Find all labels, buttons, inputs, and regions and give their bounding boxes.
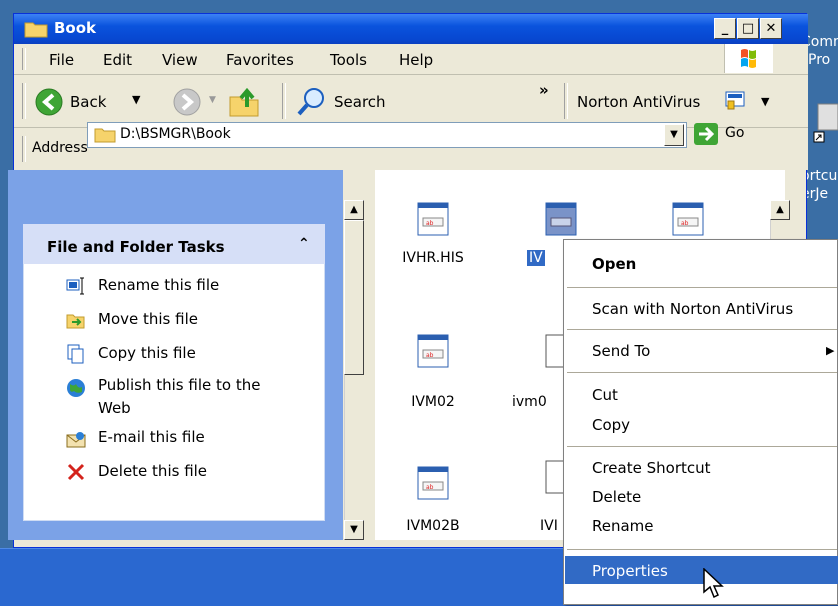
toolbar-grip xyxy=(22,83,26,119)
task-delete-link[interactable]: Delete this file xyxy=(98,462,207,480)
task-pane-scroll-thumb[interactable] xyxy=(344,220,364,375)
mouse-cursor-icon xyxy=(703,567,725,600)
context-rename[interactable]: Rename xyxy=(592,517,654,535)
file-name[interactable]: ivm0 xyxy=(512,394,547,410)
file-name[interactable]: IVHR.HIS xyxy=(383,250,483,266)
context-scan-norton[interactable]: Scan with Norton AntiVirus xyxy=(592,300,793,318)
context-send-to[interactable]: Send To xyxy=(592,342,650,360)
search-button[interactable]: Search xyxy=(294,85,409,119)
rename-icon xyxy=(66,276,86,296)
task-panel-title[interactable]: File and Folder Tasks xyxy=(47,238,225,256)
search-icon xyxy=(296,86,328,118)
file-list-scroll-up[interactable]: ▲ xyxy=(770,200,790,220)
svg-text:ab: ab xyxy=(426,352,434,359)
task-rename-link[interactable]: Rename this file xyxy=(98,276,219,294)
norton-antivirus-button[interactable]: Norton AntiVirus xyxy=(577,93,700,111)
title-bar[interactable]: Book _ □ ✕ xyxy=(14,14,808,44)
address-value: D:\BSMGR\Book xyxy=(120,126,231,142)
norton-dropdown-icon[interactable]: ▼ xyxy=(761,95,769,108)
menu-help[interactable]: Help xyxy=(399,51,433,69)
file-name[interactable]: IVM02B xyxy=(383,518,483,534)
context-separator xyxy=(567,287,837,288)
toolbar-separator xyxy=(282,83,286,119)
back-dropdown-icon[interactable]: ▼ xyxy=(132,93,140,106)
file-icon-selected[interactable] xyxy=(545,202,579,238)
move-icon xyxy=(66,310,86,330)
context-create-shortcut[interactable]: Create Shortcut xyxy=(592,459,711,477)
context-separator xyxy=(567,329,837,330)
svg-text:ab: ab xyxy=(426,484,434,491)
menu-view[interactable]: View xyxy=(162,51,198,69)
collapse-chevron-icon[interactable]: ⌃ xyxy=(298,236,310,252)
standard-toolbar: Back ▼ ▼ Search » Norton AntiVirus ▼ xyxy=(14,75,808,128)
svg-text:ab: ab xyxy=(426,220,434,227)
delete-icon xyxy=(66,462,86,482)
context-cut[interactable]: Cut xyxy=(592,386,618,404)
menu-bar: File Edit View Favorites Tools Help xyxy=(14,44,808,75)
menu-edit[interactable]: Edit xyxy=(103,51,132,69)
file-icon[interactable]: ab xyxy=(417,202,451,238)
address-label: Address xyxy=(32,140,88,156)
address-dropdown-button[interactable]: ▼ xyxy=(664,124,684,146)
back-button[interactable]: Back ▼ xyxy=(34,85,162,119)
publish-icon xyxy=(66,378,86,398)
toolbar-separator-2 xyxy=(564,83,568,119)
task-pane-scroll-up[interactable]: ▲ xyxy=(344,200,364,220)
go-label: Go xyxy=(725,125,745,141)
task-move-link[interactable]: Move this file xyxy=(98,310,198,328)
svg-text:ab: ab xyxy=(681,220,689,227)
context-separator xyxy=(567,372,837,373)
file-icon[interactable]: ab xyxy=(417,466,451,502)
minimize-button[interactable]: _ xyxy=(714,18,736,39)
back-label: Back xyxy=(70,93,107,111)
back-arrow-icon xyxy=(34,87,64,117)
menu-grip xyxy=(22,48,26,70)
go-button[interactable]: Go xyxy=(693,122,753,148)
menu-file[interactable]: File xyxy=(49,51,74,69)
desktop-shortcut-icon[interactable] xyxy=(812,100,838,148)
email-icon xyxy=(66,430,86,450)
forward-dropdown-icon[interactable]: ▼ xyxy=(209,95,216,105)
task-pane-scroll-down[interactable]: ▼ xyxy=(344,520,364,540)
forward-arrow-icon[interactable] xyxy=(172,87,202,117)
task-publish-link-line2[interactable]: Web xyxy=(98,399,131,417)
file-icon[interactable]: ab xyxy=(417,334,451,370)
address-grip xyxy=(22,136,26,162)
menu-tools[interactable]: Tools xyxy=(330,51,367,69)
submenu-arrow-icon: ▶ xyxy=(826,344,835,357)
folder-icon xyxy=(24,20,48,38)
search-label: Search xyxy=(334,93,386,111)
task-copy-link[interactable]: Copy this file xyxy=(98,344,196,362)
windows-logo-icon xyxy=(724,44,773,73)
file-name-selected[interactable]: IV xyxy=(527,250,545,266)
file-icon[interactable]: ab xyxy=(672,202,706,238)
file-name[interactable]: IVM02 xyxy=(383,394,483,410)
context-open[interactable]: Open xyxy=(592,255,636,273)
toolbar-overflow-button[interactable]: » xyxy=(539,81,549,99)
task-email-link[interactable]: E-mail this file xyxy=(98,428,205,446)
address-field[interactable]: D:\BSMGR\Book ▼ xyxy=(87,122,687,148)
norton-icon[interactable] xyxy=(725,91,747,111)
go-arrow-icon xyxy=(693,122,719,146)
desktop-icon-label-2[interactable]: Pro xyxy=(808,52,830,68)
up-folder-icon[interactable] xyxy=(227,85,261,119)
context-separator xyxy=(567,446,837,447)
context-delete[interactable]: Delete xyxy=(592,488,641,506)
context-copy[interactable]: Copy xyxy=(592,416,630,434)
task-publish-link[interactable]: Publish this file to the xyxy=(98,376,260,394)
menu-favorites[interactable]: Favorites xyxy=(226,51,294,69)
context-properties[interactable]: Properties xyxy=(592,562,668,580)
file-name[interactable]: IVI xyxy=(540,518,558,534)
window-title: Book xyxy=(54,19,97,37)
copy-icon xyxy=(66,344,86,364)
close-button[interactable]: ✕ xyxy=(760,18,782,39)
address-folder-icon xyxy=(94,126,116,144)
maximize-button[interactable]: □ xyxy=(737,18,759,39)
context-separator xyxy=(567,549,837,550)
